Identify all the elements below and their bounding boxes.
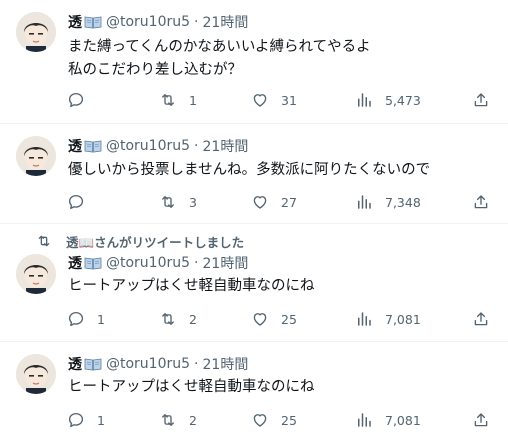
separator-dot: · [194, 14, 199, 30]
views-button[interactable]: 7,081 [355, 410, 421, 430]
reply-icon [67, 411, 85, 429]
retweet-button[interactable]: 2 [159, 410, 197, 430]
like-count: 27 [281, 194, 297, 210]
reply-count: 1 [97, 412, 105, 428]
like-count: 25 [281, 412, 297, 428]
retweet-button[interactable]: 3 [159, 192, 197, 212]
heart-icon [251, 411, 269, 429]
separator-dot: · [194, 255, 199, 271]
tweet[interactable]: 透 @toru10ru5 · 21時間 ヒートアップはくせ軽自動車なのにね 1 … [0, 342, 508, 440]
timeline: 透 @toru10ru5 · 21時間 また縛ってくんのかなあいいよ縛られてやる… [0, 0, 508, 440]
reply-count: 1 [97, 311, 105, 327]
share-icon [472, 91, 490, 109]
timestamp[interactable]: 21時間 [203, 12, 249, 32]
share-button[interactable] [472, 192, 490, 212]
retweet-icon [36, 233, 52, 249]
views-chart-icon [355, 411, 373, 429]
user-handle[interactable]: @toru10ru5 [106, 138, 190, 154]
like-count: 25 [281, 311, 297, 327]
like-button[interactable]: 27 [251, 192, 297, 212]
like-button[interactable]: 25 [251, 410, 297, 430]
user-handle[interactable]: @toru10ru5 [106, 14, 190, 30]
avatar[interactable] [16, 254, 56, 294]
reply-button[interactable] [67, 192, 97, 212]
user-handle[interactable]: @toru10ru5 [106, 356, 190, 372]
reply-icon [67, 310, 85, 328]
timestamp[interactable]: 21時間 [203, 253, 249, 273]
views-button[interactable]: 5,473 [355, 90, 421, 110]
views-count: 7,081 [385, 412, 421, 428]
reply-button[interactable]: 1 [67, 309, 105, 329]
reply-icon [67, 193, 85, 211]
views-chart-icon [355, 193, 373, 211]
tweet-actions: 1 2 25 7,081 [0, 309, 508, 329]
separator-dot: · [194, 356, 199, 372]
tweet[interactable]: 透📖さんがリツイートしました 透 @toru10ru5 · 21時間 ヒートアッ… [0, 224, 508, 342]
retweet-button[interactable]: 1 [159, 90, 197, 110]
display-name[interactable]: 透 [68, 12, 82, 32]
timestamp[interactable]: 21時間 [203, 354, 249, 374]
share-button[interactable] [472, 90, 490, 110]
retweet-icon [159, 193, 177, 211]
open-book-icon [84, 15, 102, 29]
like-count: 31 [281, 92, 297, 108]
avatar[interactable] [16, 136, 56, 176]
retweet-count: 2 [189, 412, 197, 428]
like-button[interactable]: 25 [251, 309, 297, 329]
views-chart-icon [355, 310, 373, 328]
tweet-header: 透 @toru10ru5 · 21時間 [68, 136, 248, 156]
separator-dot: · [194, 138, 199, 154]
open-book-icon [84, 357, 102, 371]
retweet-icon [159, 91, 177, 109]
open-book-icon [84, 139, 102, 153]
tweet-actions: 3 27 7,348 [0, 192, 508, 212]
share-button[interactable] [472, 410, 490, 430]
views-chart-icon [355, 91, 373, 109]
avatar[interactable] [16, 354, 56, 394]
display-name[interactable]: 透 [68, 354, 82, 374]
avatar[interactable] [16, 12, 56, 52]
tweet[interactable]: 透 @toru10ru5 · 21時間 優しいから投票しませんね。多数派に阿りた… [0, 124, 508, 224]
reply-button[interactable]: 1 [67, 410, 105, 430]
tweet-header: 透 @toru10ru5 · 21時間 [68, 253, 248, 273]
views-count: 7,348 [385, 194, 421, 210]
tweet-text: ヒートアップはくせ軽自動車なのにね [68, 278, 315, 294]
tweet-header: 透 @toru10ru5 · 21時間 [68, 12, 248, 32]
heart-icon [251, 193, 269, 211]
share-icon [472, 411, 490, 429]
share-button[interactable] [472, 309, 490, 329]
display-name[interactable]: 透 [68, 136, 82, 156]
views-count: 5,473 [385, 92, 421, 108]
retweet-banner[interactable]: 透📖さんがリツイートしました [36, 233, 245, 250]
tweet-header: 透 @toru10ru5 · 21時間 [68, 354, 248, 374]
open-book-icon [84, 256, 102, 270]
user-handle[interactable]: @toru10ru5 [106, 255, 190, 271]
retweet-icon [159, 411, 177, 429]
tweet-text: 優しいから投票しませんね。多数派に阿りたくないので [68, 162, 431, 178]
retweet-banner-text: 透📖さんがリツイートしました [66, 234, 245, 250]
timestamp[interactable]: 21時間 [203, 136, 249, 156]
views-count: 7,081 [385, 311, 421, 327]
heart-icon [251, 310, 269, 328]
tweet-text: ヒートアップはくせ軽自動車なのにね [68, 379, 315, 395]
retweet-count: 2 [189, 311, 197, 327]
tweet-actions: 1 2 25 7,081 [0, 410, 508, 430]
retweet-count: 1 [189, 92, 197, 108]
tweet-actions: 1 31 5,473 [0, 90, 508, 110]
retweet-button[interactable]: 2 [159, 309, 197, 329]
reply-button[interactable] [67, 90, 97, 110]
tweet[interactable]: 透 @toru10ru5 · 21時間 また縛ってくんのかなあいいよ縛られてやる… [0, 0, 508, 124]
display-name[interactable]: 透 [68, 253, 82, 273]
views-button[interactable]: 7,081 [355, 309, 421, 329]
tweet-text: また縛ってくんのかなあいいよ縛られてやるよ 私のこだわり差し込むが？ [68, 39, 371, 78]
like-button[interactable]: 31 [251, 90, 297, 110]
retweet-count: 3 [189, 194, 197, 210]
share-icon [472, 310, 490, 328]
retweet-icon [159, 310, 177, 328]
share-icon [472, 193, 490, 211]
views-button[interactable]: 7,348 [355, 192, 421, 212]
reply-icon [67, 91, 85, 109]
heart-icon [251, 91, 269, 109]
